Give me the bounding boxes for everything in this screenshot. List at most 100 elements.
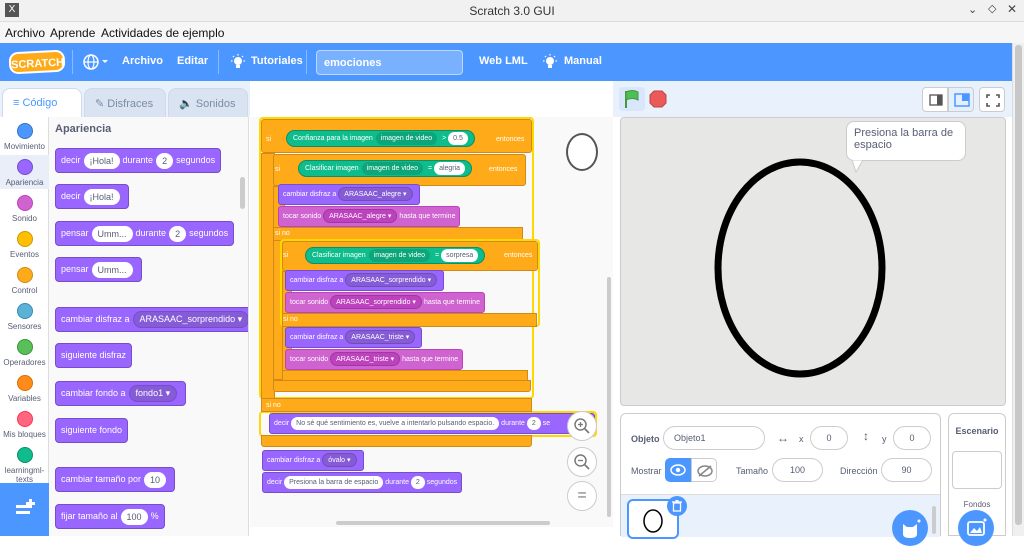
zoom-in-button[interactable] — [567, 411, 597, 441]
think-block[interactable]: pensar Umm... — [55, 257, 142, 282]
category-variables[interactable]: Variables — [0, 375, 49, 403]
category-movimiento[interactable]: Movimiento — [0, 123, 49, 151]
eye-icon — [670, 464, 686, 476]
next-costume-block[interactable]: siguiente disfraz — [55, 343, 133, 368]
stage-backdrop-panel: Escenario Fondos — [948, 413, 1006, 546]
code-icon: ≡ — [13, 97, 20, 109]
small-stage-button[interactable] — [922, 87, 948, 112]
palette-scrollbar[interactable] — [240, 177, 245, 209]
size-input[interactable]: 100 — [772, 458, 823, 482]
title-bar: X Scratch 3.0 GUI ⌄ ◇ ✕ — [0, 0, 1024, 22]
tab-code[interactable]: ≡ Código — [2, 88, 82, 118]
switch-costume-triste[interactable]: cambiar disfraz a ARASAAC_triste ▾ — [285, 327, 423, 348]
next-backdrop-block[interactable]: siguiente fondo — [55, 418, 129, 443]
large-stage-button[interactable] — [948, 87, 974, 112]
green-flag-button[interactable] — [619, 87, 645, 111]
switch-costume-block[interactable]: cambiar disfraz a ARASAAC_sorprendido ▾ — [55, 307, 248, 332]
brush-icon: ✎ — [95, 98, 105, 110]
zoom-out-button[interactable] — [567, 447, 597, 477]
category-eventos[interactable]: Eventos — [0, 231, 49, 259]
play-sound-alegre[interactable]: tocar sonido ARASAAC_alegre ▾ hasta que te… — [278, 206, 461, 227]
category-sensores[interactable]: Sensores — [0, 303, 49, 331]
choose-sprite-button[interactable] — [892, 510, 928, 546]
category-mis-bloques[interactable]: Mis bloques — [0, 411, 49, 439]
category-operadores[interactable]: Operadores — [0, 339, 49, 367]
change-size-block[interactable]: cambiar tamaño por 10 — [55, 467, 176, 492]
condition-1[interactable]: Confianza para la imagen imagen de video … — [286, 130, 475, 147]
tab-sounds[interactable]: 🔈 Sonidos — [168, 88, 248, 118]
stop-icon — [649, 90, 667, 108]
green-flag-icon — [625, 90, 639, 108]
switch-costume-alegre[interactable]: cambiar disfraz a ARASAAC_alegre ▾ — [278, 184, 420, 205]
fondos-label: Fondos — [963, 500, 991, 509]
menu-actividades[interactable]: Actividades de ejemplo — [101, 26, 224, 40]
zoom-in-icon — [574, 418, 590, 434]
say-barra-block[interactable]: decir Presiona la barra de espacio duran… — [262, 472, 463, 493]
code-workspace[interactable]: si Confianza para la imagen imagen de vid… — [250, 117, 613, 527]
palette-heading: Apariencia — [55, 123, 112, 135]
editar-menu[interactable]: Editar — [177, 55, 208, 67]
globe-icon[interactable] — [82, 52, 110, 75]
show-hidden-button[interactable] — [691, 458, 717, 482]
choose-backdrop-button[interactable] — [958, 510, 994, 546]
think-for-block[interactable]: pensar Umm... durante 2 segundos — [55, 221, 235, 246]
tutoriales-button[interactable]: Tutoriales — [251, 55, 303, 67]
category-control[interactable]: Control — [0, 267, 49, 295]
speech-bubble: Presiona la barra de espacio — [846, 121, 966, 161]
show-visible-button[interactable] — [665, 458, 691, 482]
set-size-block[interactable]: fijar tamaño al 100% — [55, 504, 165, 529]
lightbulb-icon — [542, 54, 558, 73]
switch-costume-ovalo[interactable]: cambiar disfraz a óvalo ▾ — [262, 450, 364, 471]
delete-sprite-button[interactable] — [667, 496, 687, 516]
category-sonido[interactable]: Sonido — [0, 195, 49, 223]
switch-backdrop-block[interactable]: cambiar fondo a fondo1 ▾ — [55, 381, 187, 406]
large-stage-icon — [954, 93, 970, 107]
play-sound-sorprendido[interactable]: tocar sonido ARASAAC_sorprendido ▾ hasta q… — [285, 292, 485, 313]
menu-archivo[interactable]: Archivo — [5, 26, 45, 40]
say-for-block[interactable]: decir ¡Hola! durante 2 segundos — [55, 148, 222, 173]
sprite-thumbnail-workspace — [566, 133, 598, 171]
add-extension-button[interactable] — [0, 483, 49, 536]
play-sound-triste[interactable]: tocar sonido ARASAAC_triste ▾ hasta que te… — [285, 349, 464, 370]
sprite-list-scrollbar[interactable] — [932, 506, 936, 534]
oval-sprite[interactable] — [621, 118, 1006, 406]
fullscreen-button[interactable] — [979, 87, 1005, 112]
project-title-input[interactable]: emociones — [316, 50, 463, 75]
sprite-name-input[interactable]: Objeto1 — [663, 426, 765, 450]
x-input[interactable]: 0 — [810, 426, 848, 450]
say-no-se-block[interactable]: decir No sé qué sentimiento es, vuelve a… — [269, 413, 595, 434]
maximize-icon[interactable]: ◇ — [988, 2, 996, 15]
scratch-menu-bar: SCRATCH Archivo Editar Tutoriales emocio… — [0, 43, 1012, 81]
workspace-scrollbar-v[interactable] — [607, 277, 611, 517]
tab-costumes[interactable]: ✎ Disfraces — [84, 88, 166, 118]
switch-costume-sorprendido[interactable]: cambiar disfraz a ARASAAC_sorprendido ▾ — [285, 270, 445, 291]
workspace-scrollbar-h[interactable] — [336, 521, 550, 525]
fullscreen-icon — [986, 94, 1000, 107]
cat-add-icon — [903, 519, 921, 538]
objeto-label: Objeto — [631, 434, 660, 444]
menu-aprende[interactable]: Aprende — [50, 26, 95, 40]
category-learningml-texts[interactable]: learningml-texts — [0, 447, 49, 484]
stage-canvas[interactable]: Presiona la barra de espacio — [620, 117, 1006, 406]
window-title: Scratch 3.0 GUI — [469, 4, 555, 18]
sprite-info-panel: Objeto Objeto1 ↔ x 0 ↕ y 0 Mostrar Tamañ… — [620, 413, 941, 546]
direction-input[interactable]: 90 — [881, 458, 932, 482]
editor-tabs: ≡ Código ✎ Disfraces 🔈 Sonidos — [0, 81, 250, 118]
speaker-icon: 🔈 — [179, 98, 193, 110]
zoom-reset-button[interactable]: = — [567, 481, 597, 511]
condition-3[interactable]: Clasificar imagen imagen de video = sorpr… — [305, 247, 486, 264]
archivo-menu[interactable]: Archivo — [122, 55, 163, 67]
manual-link[interactable]: Manual — [564, 55, 602, 67]
scratch-logo[interactable]: SCRATCH — [8, 49, 66, 75]
backdrop-thumbnail[interactable] — [952, 451, 1002, 489]
say-block[interactable]: decir ¡Hola! — [55, 184, 129, 209]
condition-2[interactable]: Clasificar imagen imagen de video = alegr… — [298, 160, 473, 177]
window-scrollbar[interactable] — [1012, 43, 1024, 536]
category-apariencia[interactable]: Apariencia — [0, 155, 49, 189]
y-input[interactable]: 0 — [893, 426, 931, 450]
stop-button[interactable] — [649, 90, 667, 113]
blocks-palette: Apariencia decir ¡Hola! durante 2 segundos d… — [49, 117, 249, 536]
web-lml-link[interactable]: Web LML — [479, 55, 528, 67]
close-icon[interactable]: ✕ — [1007, 2, 1017, 16]
minimize-icon[interactable]: ⌄ — [968, 3, 977, 16]
